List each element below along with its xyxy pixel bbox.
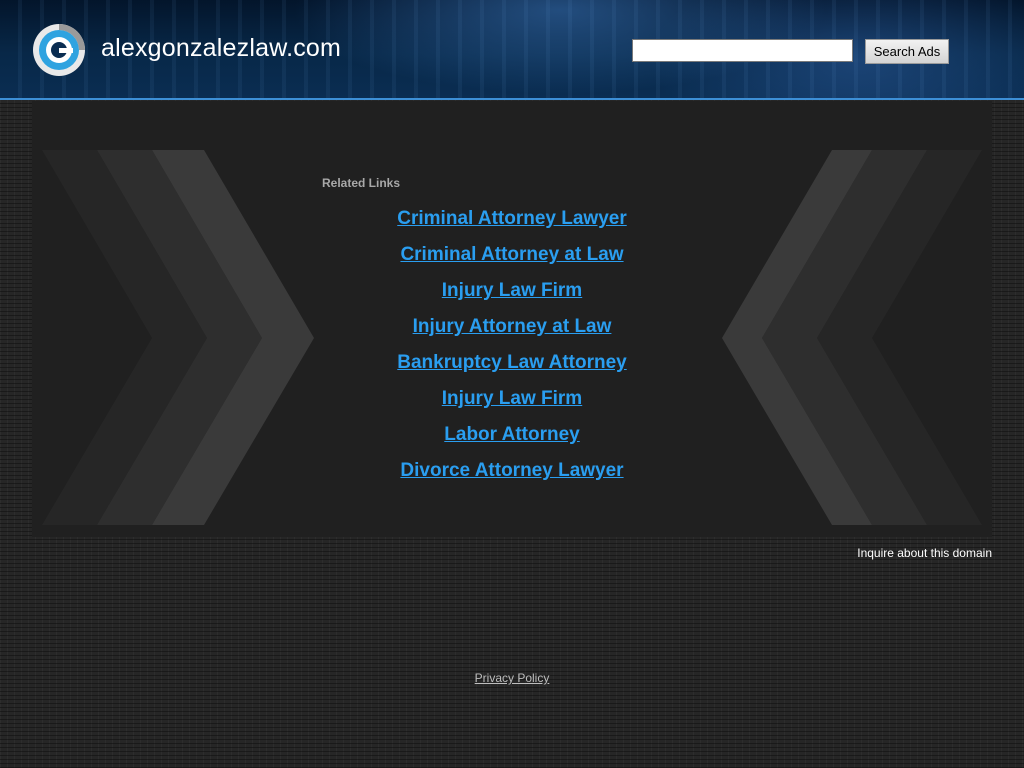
privacy-policy-link[interactable]: Privacy Policy — [475, 671, 550, 685]
list-item: Injury Attorney at Law — [312, 312, 712, 348]
left-chevron-icon — [42, 150, 314, 525]
inquire-domain-link[interactable]: Inquire about this domain — [857, 546, 992, 560]
list-item: Injury Law Firm — [312, 384, 712, 420]
header-banner: alexgonzalezlaw.com Search Ads — [0, 0, 1024, 100]
search-logo-icon[interactable] — [32, 23, 86, 77]
privacy-footer: Privacy Policy — [0, 669, 1024, 687]
list-item: Criminal Attorney Lawyer — [312, 204, 712, 240]
related-link[interactable]: Injury Law Firm — [442, 280, 582, 301]
related-link[interactable]: Injury Law Firm — [442, 388, 582, 409]
related-link[interactable]: Criminal Attorney at Law — [400, 244, 623, 265]
search-input[interactable] — [632, 39, 853, 62]
related-link[interactable]: Labor Attorney — [444, 424, 579, 445]
search-ads-button[interactable]: Search Ads — [865, 39, 949, 64]
site-name[interactable]: alexgonzalezlaw.com — [101, 34, 341, 63]
right-chevron-icon — [722, 150, 982, 525]
content-panel: Related Links Criminal Attorney Lawyer C… — [32, 101, 992, 537]
related-links-list: Criminal Attorney Lawyer Criminal Attorn… — [312, 204, 712, 492]
related-link[interactable]: Injury Attorney at Law — [413, 316, 612, 337]
list-item: Labor Attorney — [312, 420, 712, 456]
related-links-heading: Related Links — [322, 176, 401, 190]
related-link[interactable]: Bankruptcy Law Attorney — [397, 352, 626, 373]
list-item: Criminal Attorney at Law — [312, 240, 712, 276]
related-link[interactable]: Divorce Attorney Lawyer — [400, 460, 623, 481]
list-item: Divorce Attorney Lawyer — [312, 456, 712, 492]
list-item: Bankruptcy Law Attorney — [312, 348, 712, 384]
related-link[interactable]: Criminal Attorney Lawyer — [397, 208, 626, 229]
list-item: Injury Law Firm — [312, 276, 712, 312]
